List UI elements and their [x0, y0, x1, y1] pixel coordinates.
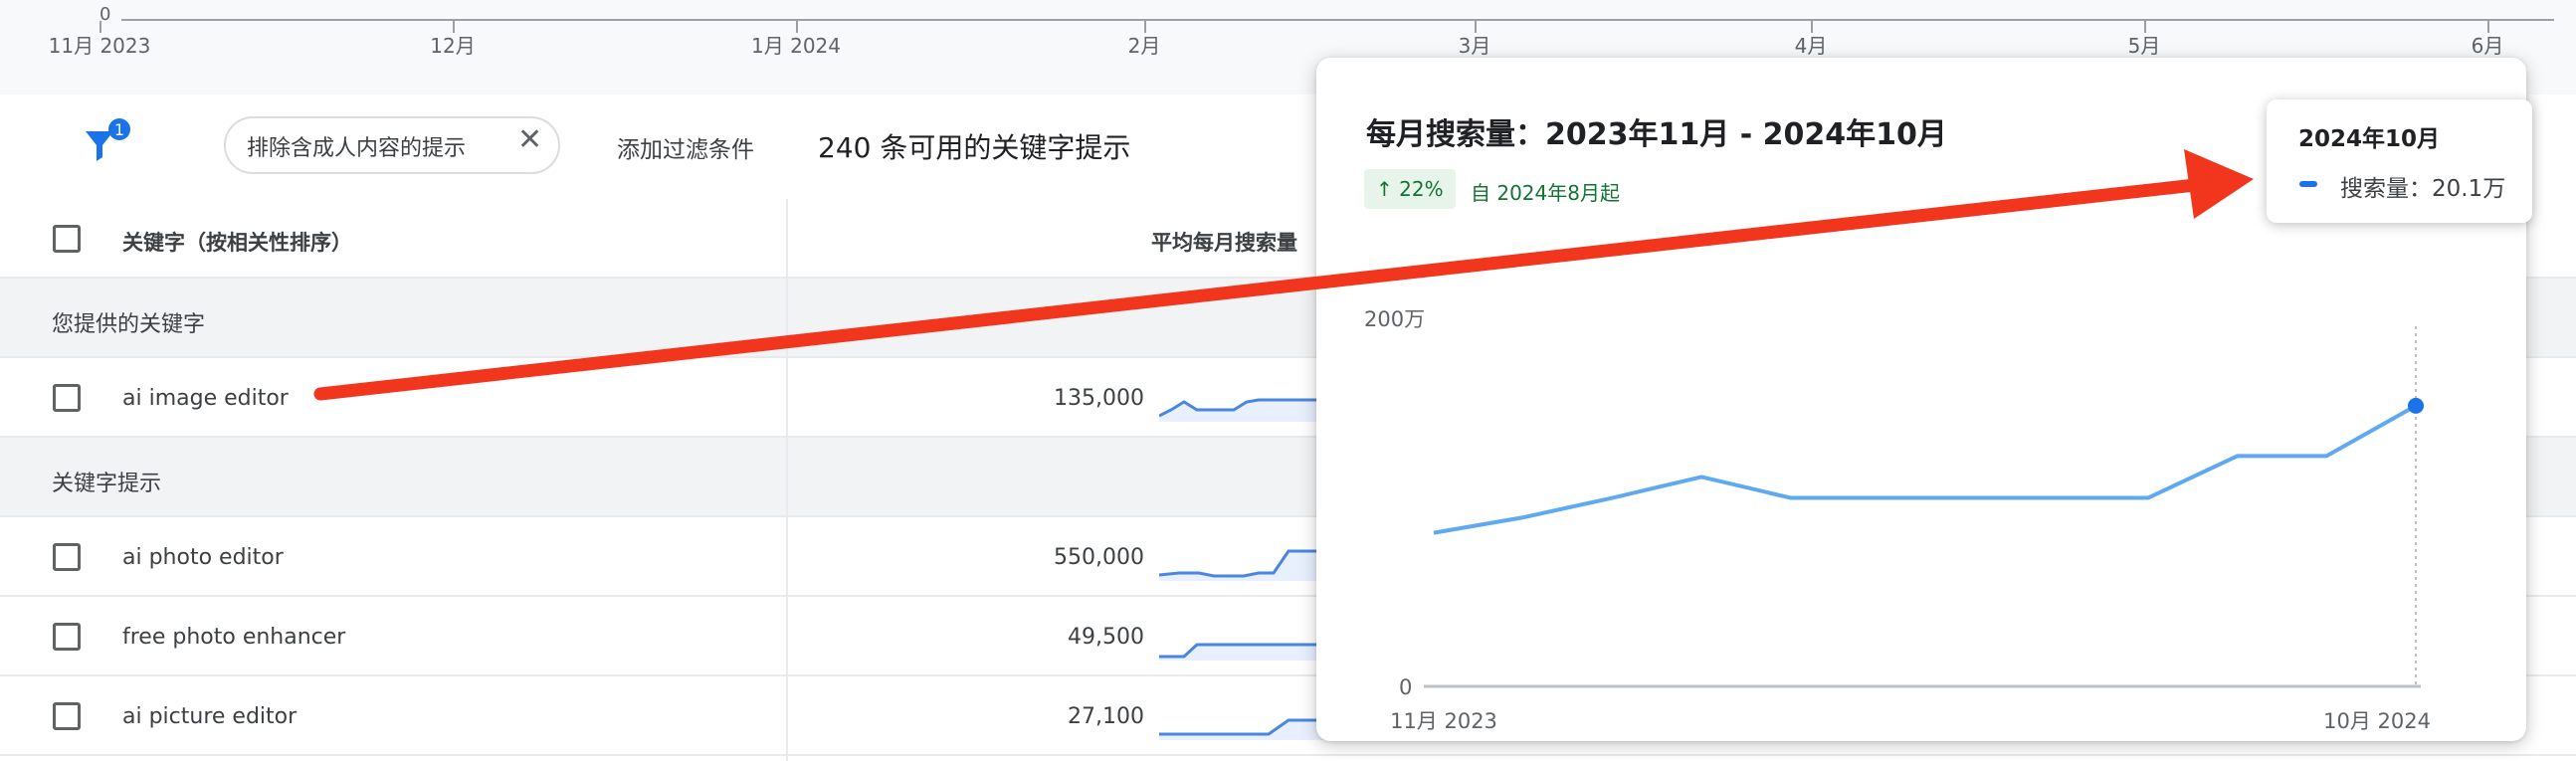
search-volume-line [1433, 404, 2417, 535]
funnel-shape [86, 131, 113, 161]
timeline-tick-label: 6月 [2471, 34, 2504, 58]
select-all-checkbox[interactable] [53, 225, 81, 253]
series-legend-marker [2299, 181, 2317, 187]
timeline-tick-label: 2月 [1127, 34, 1161, 58]
row-checkbox[interactable] [53, 384, 81, 412]
filter-count-text: 1 [114, 120, 124, 139]
sparkline-area [1159, 720, 1333, 740]
monthly-search-chart: 200万 0 11月 2023 10月 2024 [1364, 307, 2431, 733]
row-checkbox[interactable] [53, 702, 81, 730]
group-label-suggestions: 关键字提示 [52, 472, 162, 496]
available-suggestions-count: 240 条可用的关键字提示 [818, 131, 1131, 164]
group-label-provided: 您提供的关键字 [52, 312, 206, 337]
timeline-tick-label: 12月 [430, 34, 476, 58]
keyword-cell: ai image editor [122, 386, 289, 411]
chart-top-label: 200万 [1364, 307, 1425, 331]
x-axis-end-label: 10月 2024 [2323, 709, 2431, 733]
keyword-cell: free photo enhancer [122, 625, 346, 650]
trend-sparkline[interactable] [1159, 531, 1333, 581]
volume-cell: 135,000 [1054, 386, 1144, 411]
row-checkbox[interactable] [53, 623, 81, 651]
timeline-tick-label: 4月 [1794, 34, 1828, 58]
trend-badge: ↑ 22% [1364, 169, 1456, 209]
timeline-tick-label: 1月 2024 [751, 34, 841, 58]
timeline-tick-label: 11月 2023 [48, 34, 151, 58]
timeline-tick-label: 5月 [2127, 34, 2161, 58]
trend-since-label: 自 2024年8月起 [1471, 181, 1620, 205]
header-keyword[interactable]: 关键字（按相关性排序） [122, 227, 352, 257]
popup-title: 每月搜索量：2023年11月 - 2024年10月 [1366, 117, 1947, 152]
keyword-cell: ai picture editor [122, 704, 297, 729]
trend-sparkline[interactable] [1159, 611, 1333, 661]
trend-sparkline[interactable] [1159, 372, 1333, 422]
volume-cell: 27,100 [1068, 704, 1144, 729]
header-avg-monthly-searches[interactable]: 平均每月搜索量 [1151, 227, 1297, 257]
add-filter-button[interactable]: 添加过滤条件 [617, 130, 754, 164]
y-axis-zero-label: 0 [1399, 675, 1412, 699]
timeline-tick-label: 3月 [1458, 34, 1491, 58]
chart-tooltip: 2024年10月 搜索量：20.1万 [2267, 99, 2532, 223]
row-checkbox[interactable] [53, 543, 81, 571]
sparkline-area [1159, 645, 1333, 661]
timeline-axis-line [121, 19, 2554, 21]
volume-cell: 550,000 [1054, 545, 1144, 570]
x-axis-start-label: 11月 2023 [1390, 709, 1497, 733]
column-divider [786, 199, 788, 761]
tooltip-date: 2024年10月 [2298, 126, 2441, 152]
trend-sparkline[interactable] [1159, 690, 1333, 740]
filter-icon[interactable]: 1 [80, 117, 135, 173]
keyword-cell: ai photo editor [122, 545, 284, 570]
chip-close-icon[interactable]: ✕ [517, 125, 542, 155]
tooltip-value: 搜索量：20.1万 [2340, 176, 2506, 202]
volume-cell: 49,500 [1068, 625, 1144, 650]
highlighted-data-point [2408, 397, 2424, 414]
chip-label: 排除含成人内容的提示 [247, 136, 467, 161]
